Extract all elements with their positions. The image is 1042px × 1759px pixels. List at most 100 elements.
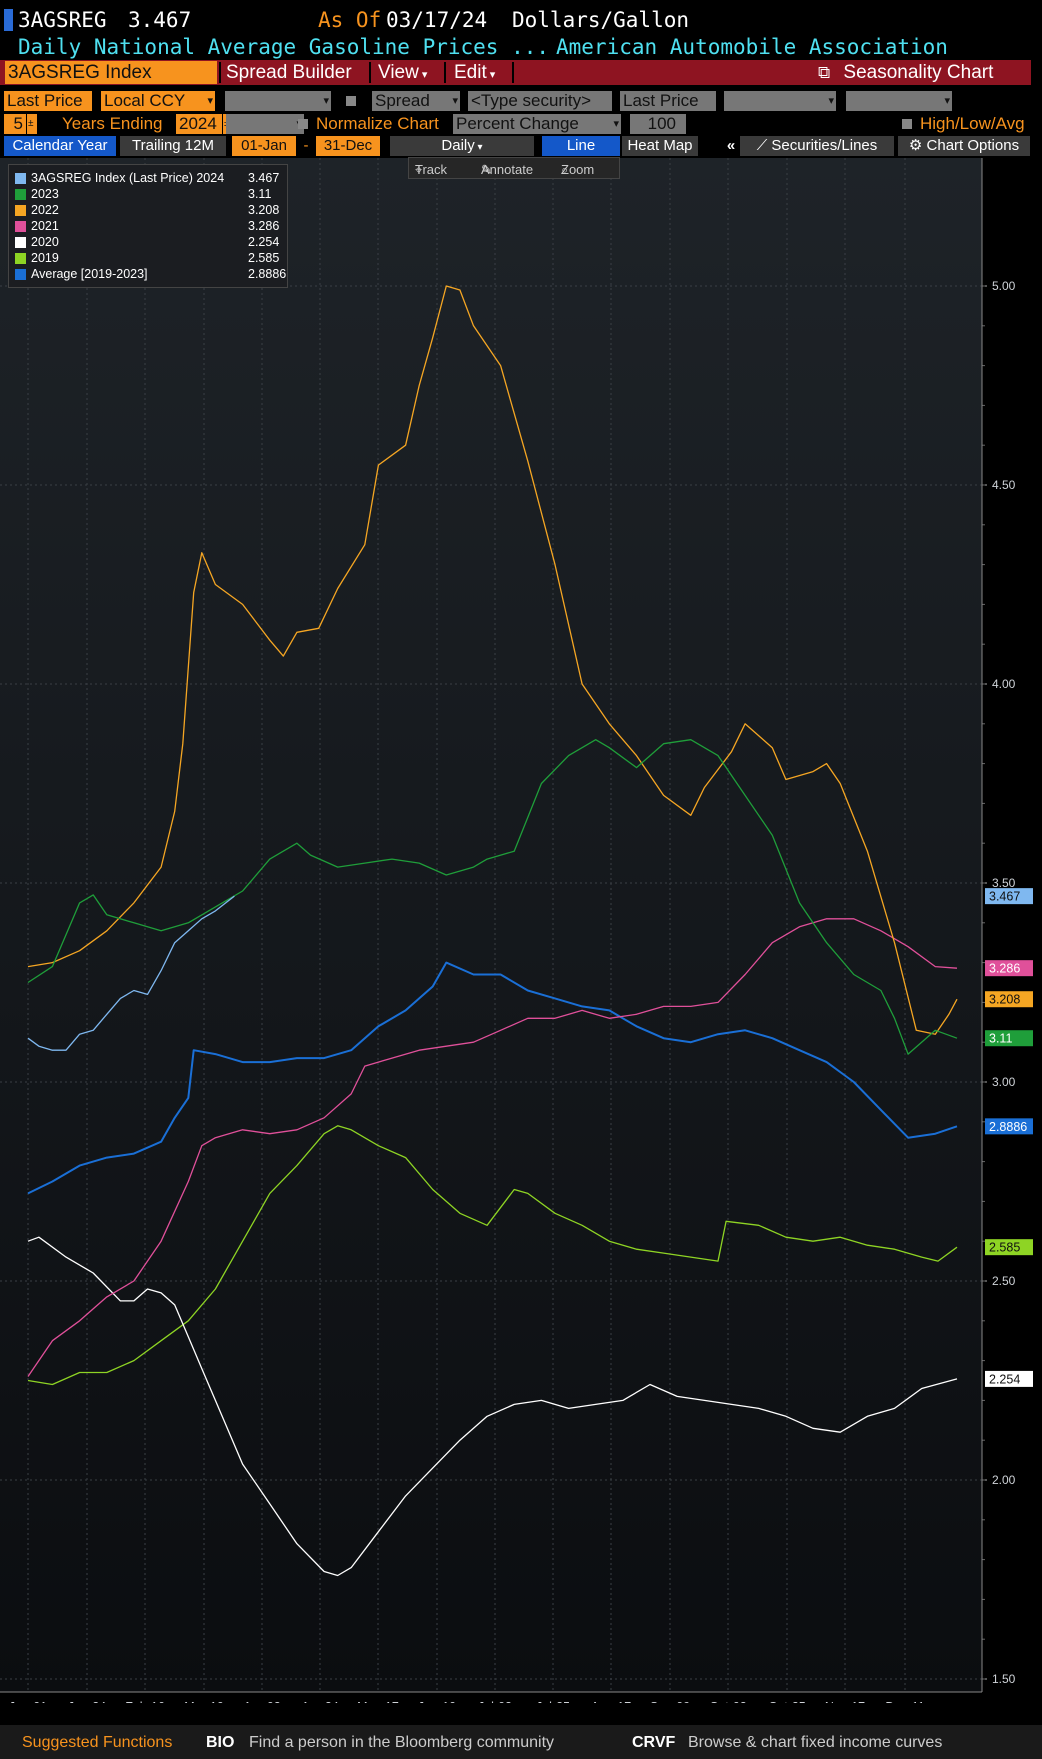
legend-swatch (15, 237, 26, 248)
bio-function-text[interactable]: Find a person in the Bloomberg community (249, 1734, 554, 1752)
legend-series-value: 3.286 (248, 219, 280, 233)
blank-select-4[interactable]: ▾ (226, 114, 304, 134)
legend-swatch (15, 253, 26, 264)
end-date-field[interactable]: 31-Dec (316, 136, 380, 156)
years-count-field[interactable]: 5 (4, 114, 26, 134)
y-tick-label: 2.00 (992, 1473, 1016, 1487)
x-tick-label: Nov-17 (825, 1700, 865, 1703)
suggested-functions-label[interactable]: Suggested Functions (22, 1734, 172, 1752)
tab-line[interactable]: Line (542, 136, 620, 156)
field-select[interactable]: Last Price (4, 91, 92, 111)
spread-checkbox[interactable] (346, 96, 356, 106)
last-value-label: 3.467 (989, 890, 1020, 904)
frequency-select[interactable]: Daily ▾ (390, 136, 534, 156)
x-tick-label: Oct-02 (709, 1700, 747, 1703)
type-security-input[interactable]: <Type security> (468, 91, 612, 111)
x-tick-label: Oct-25 (768, 1700, 806, 1703)
index-name-field[interactable]: 3AGSREG Index (5, 61, 217, 84)
x-tick-label: Feb-16 (125, 1700, 165, 1703)
legend-entry[interactable]: Average [2019-2023] 2.8886 (15, 267, 287, 283)
high-low-avg-checkbox[interactable] (902, 119, 912, 129)
x-tick-label: Jul-03 (478, 1700, 512, 1703)
dropdown-icon: ▾ (323, 95, 329, 107)
legend-entry[interactable]: 2023 3.11 (15, 187, 285, 203)
legend-series-value: 3.208 (248, 203, 280, 217)
legend-series-value: 3.11 (248, 187, 272, 201)
percent-change-label: Percent Change (456, 114, 579, 133)
tab-calendar-year[interactable]: Calendar Year (4, 136, 116, 156)
y-tick-label: 5.00 (992, 279, 1016, 293)
legend-series-value: 3.467 (248, 171, 280, 185)
legend-entry[interactable]: 2020 2.254 (15, 235, 285, 251)
currency-label: Local CCY (104, 91, 186, 110)
view-label: View (378, 62, 419, 83)
view-menu[interactable]: View ▾ (378, 60, 427, 85)
securities-lines-button[interactable]: ⟋ Securities/Lines (740, 136, 894, 156)
legend-entry[interactable]: 2022 3.208 (15, 203, 285, 219)
legend-series-value: 2.254 (248, 235, 280, 249)
start-date-field[interactable]: 01-Jan (232, 136, 296, 156)
chart-toolbar: ⌖ Track ✎ Annotate ⌕ Zoom (408, 157, 620, 179)
chart-legend: 3AGSREG Index (Last Price) 2024 3.467 2023… (8, 164, 288, 288)
legend-swatch (15, 221, 26, 232)
frequency-label: Daily (441, 137, 475, 154)
legend-swatch (15, 189, 26, 200)
tab-heat-map[interactable]: Heat Map (622, 136, 698, 156)
percent-change-select[interactable]: Percent Change ▾ (453, 114, 621, 134)
menu-bar: 3AGSREG Index Spread Builder View ▾ Edit… (0, 60, 1031, 85)
menu-separator (512, 62, 514, 83)
currency-select[interactable]: Local CCY ▾ (101, 91, 215, 111)
spread-select[interactable]: Spread ▾ (372, 91, 460, 111)
legend-series-value: 2.8886 (248, 267, 287, 281)
y-tick-label: 3.00 (992, 1075, 1016, 1089)
edit-menu[interactable]: Edit ▾ (454, 60, 495, 85)
years-stepper[interactable]: ± (27, 114, 37, 134)
plot-area (0, 158, 982, 1692)
x-tick-label: Dec-11 (885, 1700, 924, 1703)
legend-entry[interactable]: 2019 2.585 (15, 251, 285, 267)
legend-entry[interactable]: 2021 3.286 (15, 219, 285, 235)
blank-select-1[interactable]: ▾ (225, 91, 331, 111)
chart-options-button[interactable]: ⚙ Chart Options (898, 136, 1030, 156)
dropdown-icon: ▾ (207, 95, 213, 107)
field2-select[interactable]: Last Price (620, 91, 716, 111)
legend-swatch (15, 269, 26, 280)
ticker[interactable]: 3AGSREG (18, 8, 107, 32)
legend-swatch (15, 173, 26, 184)
crvf-function-text[interactable]: Browse & chart fixed income curves (688, 1734, 942, 1752)
spread-builder-button[interactable]: Spread Builder (226, 60, 352, 85)
crvf-function-code[interactable]: CRVF (632, 1734, 675, 1752)
legend-series-name: 2023 (31, 187, 59, 201)
years-ending-field[interactable]: 2024 (176, 114, 222, 134)
x-tick-label: Apr-24 (301, 1700, 339, 1703)
blank-select-3[interactable]: ▾ (846, 91, 952, 111)
dropdown-icon: ▾ (828, 95, 834, 107)
blank-select-2[interactable]: ▾ (724, 91, 836, 111)
y-tick-label: 3.50 (992, 876, 1016, 890)
legend-series-value: 2.585 (248, 251, 280, 265)
as-of-date[interactable]: 03/17/24 (386, 8, 487, 32)
dropdown-icon: ▾ (452, 95, 458, 107)
last-value-label: 2.8886 (989, 1120, 1027, 1134)
x-tick-label: Apr-02 (243, 1700, 281, 1703)
base-value-field[interactable]: 100 (630, 114, 686, 134)
legend-entry[interactable]: 3AGSREG Index (Last Price) 2024 3.467 (15, 171, 285, 187)
edit-label: Edit (454, 62, 487, 83)
seasonality-label: Seasonality Chart (843, 62, 994, 83)
line-chart-icon: ⟋ (756, 137, 768, 154)
collapse-icon[interactable]: « (722, 136, 740, 156)
as-of-label: As Of (318, 8, 382, 32)
last-value-label: 2.585 (989, 1241, 1020, 1255)
high-low-avg-label: High/Low/Avg (920, 114, 1025, 133)
securities-label: Securities/Lines (771, 137, 878, 154)
bio-function-code[interactable]: BIO (206, 1734, 234, 1752)
y-tick-label: 4.50 (992, 478, 1016, 492)
normalize-checkbox[interactable] (298, 119, 308, 129)
legend-series-name: 2020 (31, 235, 59, 249)
dropdown-icon: ▾ (613, 118, 619, 130)
tab-trailing-12m[interactable]: Trailing 12M (120, 136, 226, 156)
last-value-label: 3.11 (989, 1032, 1012, 1046)
seasonality-chart-button[interactable]: ⧉ Seasonality Chart (818, 60, 993, 85)
seasonality-chart[interactable]: Jan-01 Jan-24 Feb-16 Mar-10 Apr-02 Apr-24 May-… (0, 158, 1042, 1703)
legend-series-name: 3AGSREG Index (Last Price) 2024 (31, 171, 225, 185)
